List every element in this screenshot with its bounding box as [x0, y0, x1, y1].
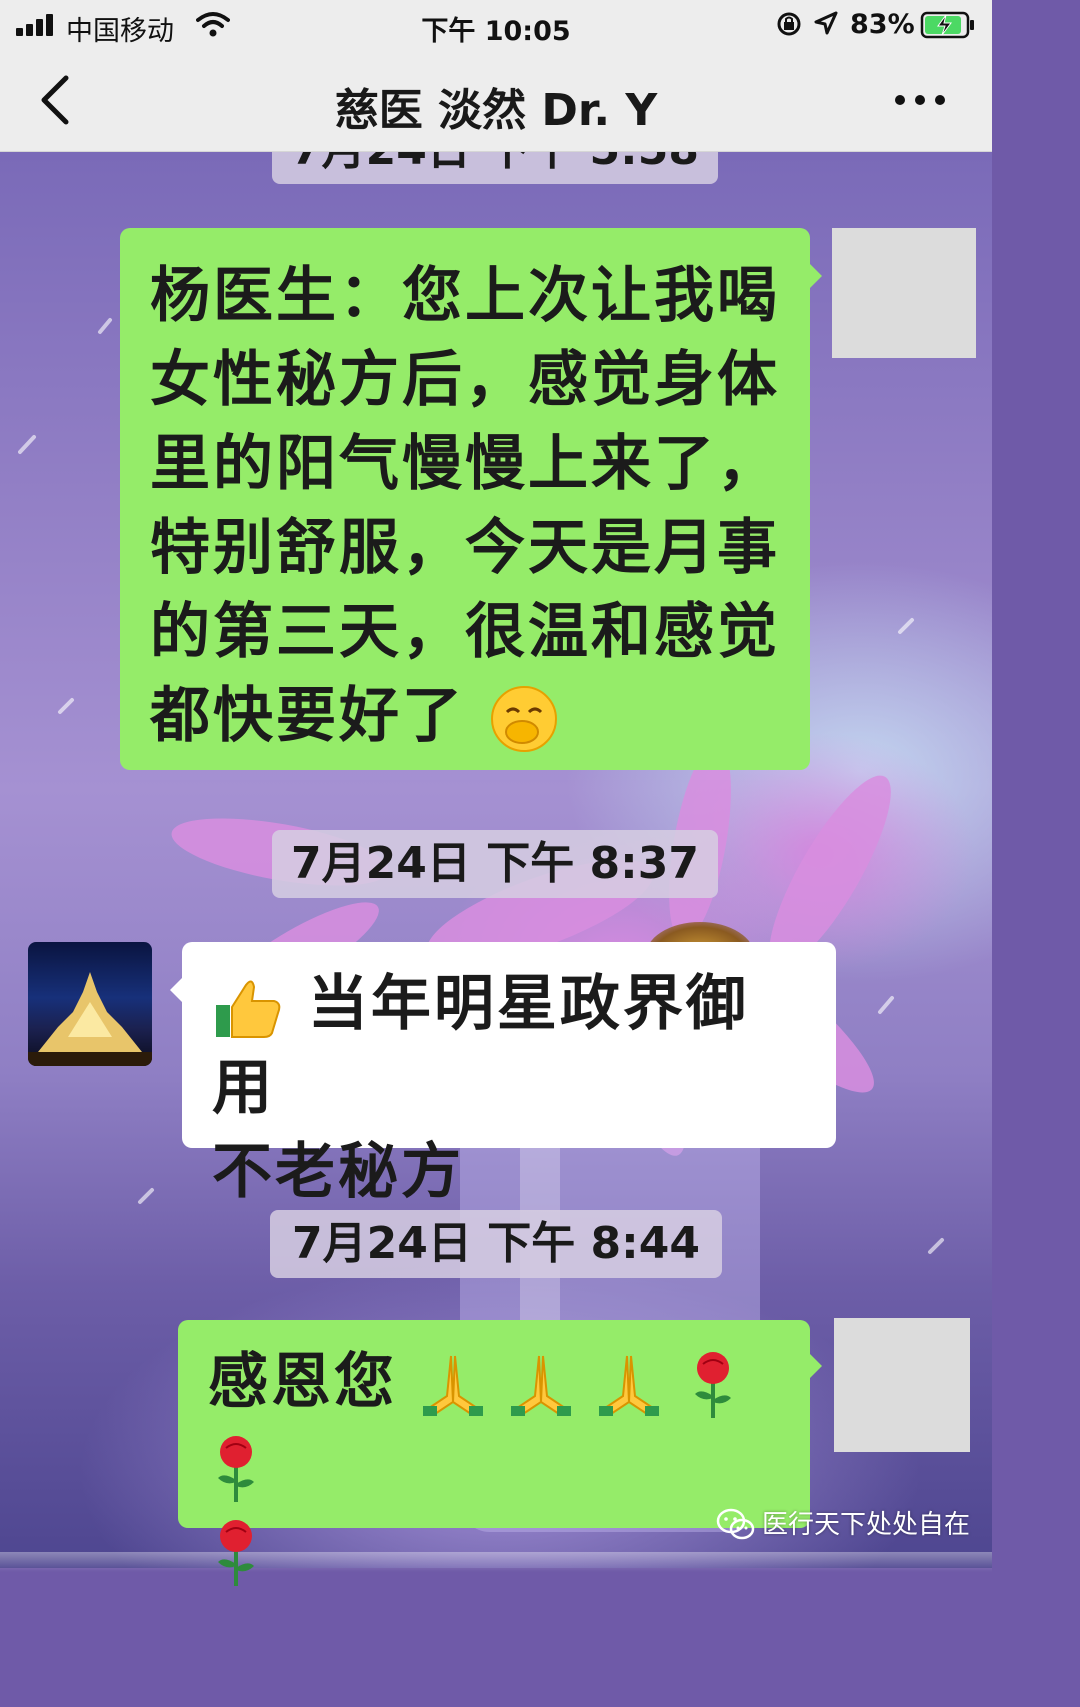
chat-title: 慈医 淡然 Dr. Y	[334, 85, 658, 136]
location-icon	[814, 11, 838, 35]
rose-emoji	[218, 1436, 254, 1503]
message-line: 当年明星政界御用	[212, 962, 808, 1130]
message-line: 不老秘方	[212, 1137, 464, 1207]
pray-emoji	[598, 1356, 659, 1417]
watermark-text: 医行天下处处自在	[762, 1510, 971, 1540]
shy-smile-emoji	[490, 686, 557, 753]
more-dots-icon[interactable]	[892, 88, 948, 112]
temple-photo	[28, 972, 152, 1066]
contact-avatar[interactable]	[28, 942, 152, 1066]
message-bubble-sent[interactable]: 杨医生：您上次让我喝 女性秘方后，感觉身体 里的阳气慢慢上来了， 特别舒服，今天…	[120, 228, 810, 770]
message-line: 女性秘方后，感觉身体	[150, 345, 780, 415]
message-line: 都快要好了	[150, 674, 782, 758]
battery-charging-icon	[920, 11, 974, 39]
message-line: 感恩您	[208, 1340, 782, 1508]
message-line: 里的阳气慢慢上来了，	[150, 429, 780, 499]
status-time: 下午 10:05	[421, 16, 571, 47]
bubble-tail	[808, 262, 822, 290]
message-line-text: 当年明星政界御用	[212, 969, 749, 1123]
pray-emoji	[422, 1356, 483, 1417]
thumbs-up-emoji	[216, 980, 281, 1039]
message-line-text: 感恩您	[208, 1347, 397, 1417]
message-timestamp: 7月24日 下午 8:44	[270, 1210, 722, 1278]
message-line: 特别舒服，今天是月事	[150, 513, 780, 583]
rotation-lock-icon	[777, 12, 801, 36]
message-line	[208, 1508, 782, 1592]
message-bubble-sent[interactable]: 感恩您	[178, 1320, 810, 1587]
wechat-icon	[716, 1508, 755, 1540]
pray-emoji	[510, 1356, 571, 1417]
message-line: 杨医生：您上次让我喝	[150, 261, 780, 331]
message-timestamp: 7月24日 下午 8:37	[272, 830, 718, 898]
chat-header: 慈医 淡然 Dr. Y	[0, 50, 992, 152]
my-avatar[interactable]	[832, 228, 976, 358]
message-line-text: 都快要好了	[150, 681, 465, 751]
status-bar: 中国移动 下午 10:05 83%	[0, 0, 992, 50]
my-avatar[interactable]	[834, 1318, 970, 1452]
battery-percent: 83%	[850, 9, 915, 40]
rose-emoji	[218, 1520, 254, 1587]
message-bubble-received[interactable]: 当年明星政界御用 不老秘方	[182, 942, 836, 1207]
bubble-tail	[808, 1352, 822, 1380]
rose-emoji	[694, 1352, 731, 1419]
message-line: 的第三天，很温和感觉	[150, 597, 780, 667]
